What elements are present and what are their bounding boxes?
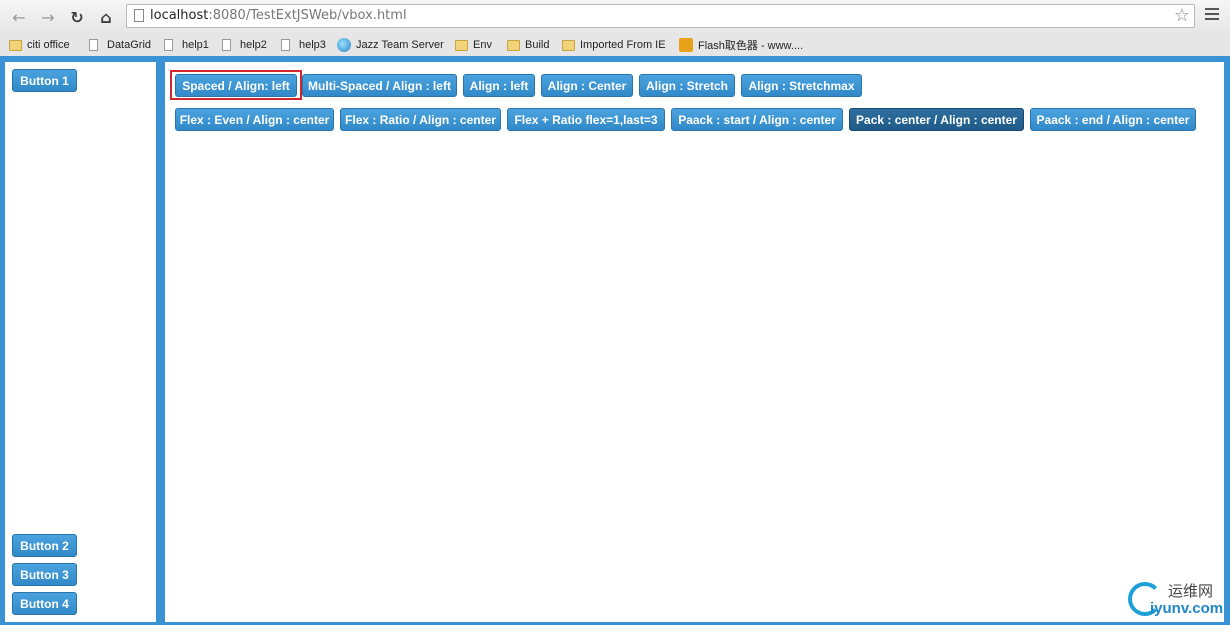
reload-icon[interactable]: ↻	[66, 6, 88, 28]
folder-icon	[507, 39, 520, 51]
align-stretch-button[interactable]: Align : Stretch	[639, 74, 735, 97]
folder-icon	[455, 39, 468, 51]
bookmark-flash-color-picker[interactable]: Flash取色器 - www....	[679, 37, 803, 53]
bookmark-build[interactable]: Build	[507, 37, 549, 53]
app-viewport	[0, 56, 1230, 625]
page-icon	[222, 39, 231, 51]
folder-icon	[562, 39, 575, 51]
page-icon	[89, 39, 98, 51]
bookmark-imported-from-ie[interactable]: Imported From IE	[562, 37, 666, 53]
button-2[interactable]: Button 2	[12, 534, 77, 557]
home-icon[interactable]: ⌂	[95, 6, 117, 28]
pack-start-align-center-button[interactable]: Paack : start / Align : center	[671, 108, 843, 131]
bookmark-citi-office[interactable]: citi office	[9, 37, 70, 53]
page-icon	[164, 39, 173, 51]
align-left-button[interactable]: Align : left	[463, 74, 535, 97]
browser-toolbar: ← → ↻ ⌂ localhost:8080/TestExtJSWeb/vbox…	[0, 0, 1230, 33]
button-1[interactable]: Button 1	[12, 69, 77, 92]
watermark-cn: 运维网	[1168, 582, 1214, 600]
bookmark-jazz-team-server[interactable]: Jazz Team Server	[337, 37, 444, 53]
spaced-align-left-button[interactable]: Spaced / Align: left	[175, 74, 297, 97]
forward-arrow-icon[interactable]: →	[37, 6, 59, 28]
page-icon	[134, 9, 144, 22]
pack-center-align-center-button[interactable]: Pack : center / Align : center	[849, 108, 1024, 131]
bookmarks-bar: citi office DataGrid help1 help2 help3 J…	[0, 33, 1230, 57]
button-3[interactable]: Button 3	[12, 563, 77, 586]
folder-icon	[9, 39, 22, 51]
bookmark-help2[interactable]: help2	[222, 37, 267, 53]
align-stretchmax-button[interactable]: Align : Stretchmax	[741, 74, 862, 97]
menu-icon[interactable]	[1205, 8, 1219, 24]
flex-ratio-last-button[interactable]: Flex + Ratio flex=1,last=3	[507, 108, 665, 131]
address-bar[interactable]: localhost:8080/TestExtJSWeb/vbox.html ☆	[126, 4, 1195, 28]
align-center-button[interactable]: Align : Center	[541, 74, 633, 97]
globe-icon	[337, 38, 351, 52]
flash-icon	[679, 38, 693, 52]
flex-even-align-center-button[interactable]: Flex : Even / Align : center	[175, 108, 334, 131]
bookmark-help3[interactable]: help3	[281, 37, 326, 53]
flex-ratio-align-center-button[interactable]: Flex : Ratio / Align : center	[340, 108, 501, 131]
page-icon	[281, 39, 290, 51]
bookmark-env[interactable]: Env	[455, 37, 492, 53]
bookmark-star-icon[interactable]: ☆	[1174, 5, 1190, 26]
watermark-en: iyunv.com	[1150, 600, 1224, 617]
watermark-logo: 运维网 iyunv.com	[1128, 578, 1228, 622]
address-url[interactable]: localhost:8080/TestExtJSWeb/vbox.html	[150, 8, 407, 23]
bookmark-datagrid[interactable]: DataGrid	[89, 37, 151, 53]
bookmark-help1[interactable]: help1	[164, 37, 209, 53]
multi-spaced-align-left-button[interactable]: Multi-Spaced / Align : left	[302, 74, 457, 97]
button-4[interactable]: Button 4	[12, 592, 77, 615]
pack-end-align-center-button[interactable]: Paack : end / Align : center	[1030, 108, 1196, 131]
back-arrow-icon[interactable]: ←	[8, 6, 30, 28]
center-panel	[165, 62, 1224, 622]
